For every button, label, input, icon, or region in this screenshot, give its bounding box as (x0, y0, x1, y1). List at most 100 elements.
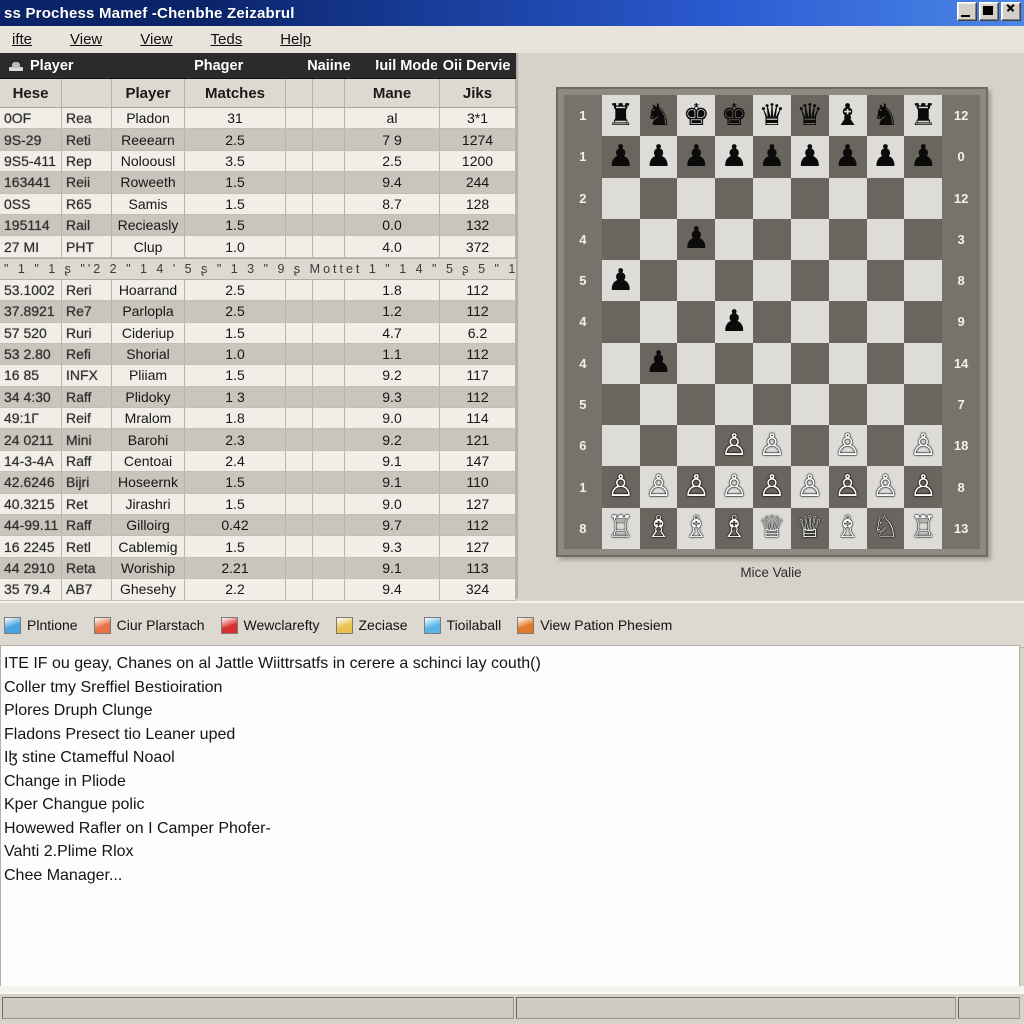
table-row[interactable]: 37.8921 Re7 Parlopla 2.5 1.2 112 (0, 301, 516, 323)
board-square[interactable] (866, 301, 905, 343)
board-square[interactable]: ♞ (866, 95, 905, 137)
board-square[interactable] (601, 301, 640, 343)
content-line[interactable]: ITE IF ou geay, Chanes on al Jattle Wiit… (3, 652, 1019, 676)
chess-piece[interactable]: ♙ (721, 472, 748, 502)
board-square[interactable]: ♙ (904, 466, 943, 508)
board-square[interactable]: ♟ (677, 136, 716, 178)
chess-piece[interactable]: ♟ (683, 141, 710, 172)
board-square[interactable] (753, 383, 791, 426)
board-square[interactable] (828, 301, 867, 343)
board-square[interactable] (866, 383, 905, 426)
board-square[interactable] (715, 342, 754, 384)
table-row[interactable]: 24 0211 Mini Barohi 2.3 9.2 121 (0, 429, 516, 451)
board-square[interactable] (639, 425, 678, 467)
chess-piece[interactable]: ♙ (910, 472, 937, 502)
column-header-4[interactable] (286, 79, 313, 107)
chess-piece[interactable]: ♙ (721, 430, 748, 461)
board-square[interactable] (601, 425, 640, 467)
board-square[interactable] (677, 342, 716, 384)
board-square[interactable]: ♗ (639, 507, 678, 549)
content-line[interactable]: Howewed Rafler on I Camper Phofer- (3, 817, 1019, 841)
board-square[interactable] (715, 218, 754, 261)
board-square[interactable] (866, 218, 905, 261)
board-square[interactable] (904, 177, 943, 219)
board-square[interactable] (866, 425, 905, 467)
toolbar-button-5[interactable]: View Pation Phesiem (517, 616, 672, 634)
chess-piece[interactable]: ♟ (796, 141, 823, 172)
table-row[interactable]: 163441 Reii Roweeth 1.5 9.4 244 (0, 172, 516, 194)
board-square[interactable]: ♟ (715, 136, 754, 178)
column-header-2[interactable]: Player (112, 79, 185, 107)
chess-piece[interactable]: ♟ (645, 141, 672, 172)
chess-piece[interactable]: ♕ (759, 513, 786, 543)
board-square[interactable] (639, 177, 678, 219)
chess-piece[interactable]: ♟ (834, 141, 861, 172)
content-line[interactable]: Change in Pliode (3, 770, 1019, 794)
table-row[interactable]: 0OF Rea Pladon 31 al 3*1 (0, 108, 516, 130)
board-square[interactable] (677, 260, 716, 302)
board-square[interactable]: ♛ (790, 95, 829, 137)
table-row[interactable]: 195114 Rail Recieasly 1.5 0.0 132 (0, 214, 516, 237)
board-square[interactable]: ♟ (639, 136, 678, 178)
chess-piece[interactable]: ♚ (683, 100, 710, 131)
board-square[interactable]: ♚ (715, 95, 754, 137)
board-square[interactable] (866, 260, 905, 302)
table-row[interactable]: 49:1Γ Reif Mralom 1.8 9.0 114 (0, 408, 516, 430)
board-square[interactable] (639, 383, 678, 426)
board-square[interactable]: ♙ (828, 466, 867, 508)
board-square[interactable] (790, 177, 829, 219)
board-square[interactable]: ♖ (601, 507, 640, 549)
board-square[interactable]: ♟ (828, 136, 867, 178)
board-square[interactable] (866, 177, 905, 219)
board-square[interactable]: ♗ (828, 507, 867, 549)
board-square[interactable] (904, 260, 943, 302)
column-header-3[interactable]: Matches (185, 79, 286, 107)
chess-piece[interactable]: ♛ (796, 100, 823, 131)
board-square[interactable]: ♟ (715, 301, 754, 343)
chess-piece[interactable]: ♙ (759, 472, 786, 502)
board-square[interactable]: ♟ (904, 136, 943, 178)
content-line[interactable]: Kper Changue polic (3, 793, 1019, 817)
board-square[interactable]: ♟ (677, 218, 716, 261)
column-header-0[interactable]: Hese (0, 79, 62, 107)
chess-piece[interactable]: ♗ (721, 513, 748, 543)
board-square[interactable] (790, 218, 829, 261)
board-square[interactable] (904, 383, 943, 426)
table-row[interactable]: 27 MI PHT Clup 1.0 4.0 372 (0, 236, 516, 258)
board-square[interactable]: ♙ (904, 425, 943, 467)
board-square[interactable] (828, 260, 867, 302)
chess-piece[interactable]: ♖ (607, 513, 634, 543)
board-square[interactable] (753, 177, 791, 219)
board-square[interactable] (790, 260, 829, 302)
board-square[interactable]: ♙ (639, 466, 678, 508)
board-square[interactable]: ♙ (790, 466, 829, 508)
column-header-7[interactable]: Jiks (440, 79, 516, 107)
table-row[interactable]: 16 2245 Retl Cablemig 1.5 9.3 127 (0, 536, 516, 558)
content-line[interactable]: Fladons Presect tio Leaner uped (3, 723, 1019, 747)
board-square[interactable]: ♝ (828, 95, 867, 137)
chess-piece[interactable]: ♟ (910, 141, 937, 172)
board-square[interactable] (828, 177, 867, 219)
board-square[interactable]: ♜ (904, 95, 943, 137)
menu-item-view-2[interactable]: View (128, 29, 184, 50)
menu-item-view-1[interactable]: View (58, 29, 114, 50)
board-square[interactable]: ♟ (639, 342, 678, 384)
board-square[interactable]: ♙ (753, 466, 791, 508)
board-square[interactable]: ♜ (601, 95, 640, 137)
chess-piece[interactable]: ♟ (872, 141, 899, 172)
board-square[interactable] (828, 342, 867, 384)
table-row[interactable]: 9S5-411 Rep Noloousl 3.5 2.5 1200 (0, 150, 516, 173)
toolbar-button-4[interactable]: Tioilaball (423, 616, 501, 634)
table-row[interactable]: 42.6246 Bijri Hoseernk 1.5 9.1 110 (0, 472, 516, 494)
board-square[interactable]: ♖ (904, 507, 943, 549)
chess-piece[interactable]: ♙ (834, 472, 861, 502)
chess-piece[interactable]: ♟ (683, 224, 710, 254)
content-line[interactable]: Iɮ stine Ctamefful Noaol (3, 746, 1019, 770)
board-square[interactable] (639, 260, 678, 302)
table-row[interactable]: 40.3215 Ret Jirashri 1.5 9.0 127 (0, 493, 516, 516)
chess-piece[interactable]: ♟ (721, 141, 748, 172)
board-square[interactable] (790, 425, 829, 467)
table-row[interactable]: 0SS R65 Samis 1.5 8.7 128 (0, 193, 516, 215)
chess-piece[interactable]: ♛ (759, 100, 786, 131)
chess-piece[interactable]: ♙ (683, 472, 710, 502)
